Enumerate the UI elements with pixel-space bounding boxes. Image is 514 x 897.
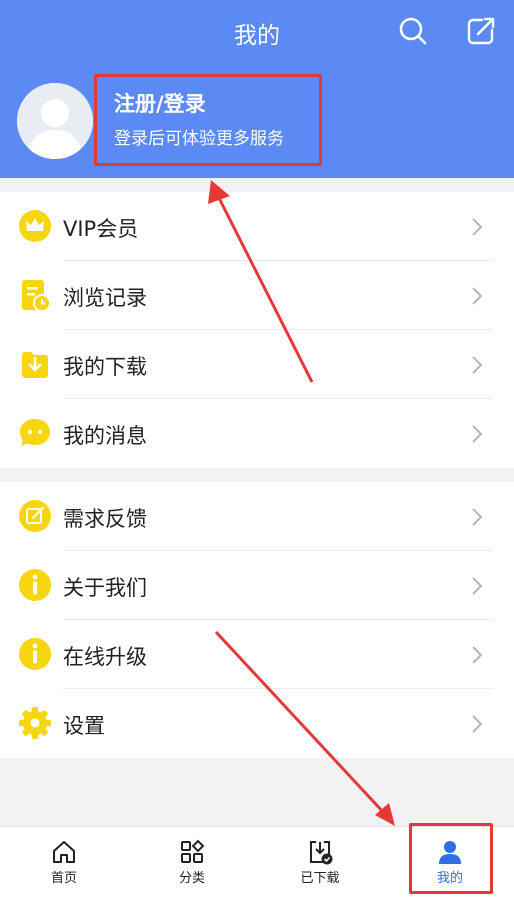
chevron-right-icon: [472, 425, 483, 443]
menu-item-history[interactable]: 浏览记录: [0, 261, 514, 330]
menu-item-label: 关于我们: [63, 576, 147, 600]
chevron-right-icon: [472, 287, 483, 305]
tab-highlight-box: [409, 823, 493, 894]
menu-item-label: 设置: [63, 714, 105, 738]
menu-group-primary: VIP会员 浏览记录 我的下载 我的消息: [0, 192, 514, 468]
menu-item-label: 浏览记录: [63, 286, 147, 310]
share-icon[interactable]: [464, 14, 498, 48]
crown-icon: [19, 210, 51, 242]
downloaded-icon: [310, 841, 333, 865]
menu-item-messages[interactable]: 我的消息: [0, 399, 514, 468]
menu-item-about[interactable]: 关于我们: [0, 551, 514, 620]
avatar[interactable]: [17, 83, 93, 159]
default-avatar-icon: [17, 83, 93, 159]
menu-item-settings[interactable]: 设置: [0, 689, 514, 758]
tab-label: 首页: [50, 871, 77, 886]
message-icon: [20, 419, 50, 446]
chevron-right-icon: [472, 218, 483, 236]
menu-item-label: VIP会员: [63, 217, 139, 241]
tab-home[interactable]: 首页: [0, 827, 128, 897]
menu-item-downloads[interactable]: 我的下载: [0, 330, 514, 399]
menu-item-feedback[interactable]: 需求反馈: [0, 482, 514, 551]
feedback-icon: [19, 500, 51, 532]
login-title[interactable]: 注册/登录: [114, 88, 206, 118]
tab-label: 分类: [178, 871, 205, 886]
chevron-right-icon: [472, 356, 483, 374]
tab-label: 已下载: [300, 871, 340, 886]
upgrade-icon: [19, 638, 51, 670]
tab-category[interactable]: 分类: [128, 827, 256, 897]
search-icon[interactable]: [396, 14, 430, 48]
chevron-right-icon: [472, 715, 483, 733]
home-icon: [53, 841, 75, 863]
gear-icon: [19, 707, 51, 739]
menu-item-label: 我的消息: [63, 424, 147, 448]
category-icon: [181, 839, 205, 863]
menu-item-label: 需求反馈: [63, 507, 147, 531]
page-title: 我的: [234, 23, 280, 49]
menu-item-upgrade[interactable]: 在线升级: [0, 620, 514, 689]
download-icon: [22, 352, 48, 378]
info-icon: [19, 569, 51, 601]
history-icon: [22, 280, 51, 312]
menu-item-vip[interactable]: VIP会员: [0, 192, 514, 261]
chevron-right-icon: [472, 577, 483, 595]
menu-item-label: 我的下载: [63, 355, 147, 379]
menu-group-secondary: 需求反馈 关于我们 在线升级 设置: [0, 482, 514, 758]
login-subtitle[interactable]: 登录后可体验更多服务: [114, 124, 284, 149]
chevron-right-icon: [472, 646, 483, 664]
chevron-right-icon: [472, 508, 483, 526]
tab-downloaded[interactable]: 已下载: [256, 827, 384, 897]
menu-item-label: 在线升级: [63, 645, 147, 669]
